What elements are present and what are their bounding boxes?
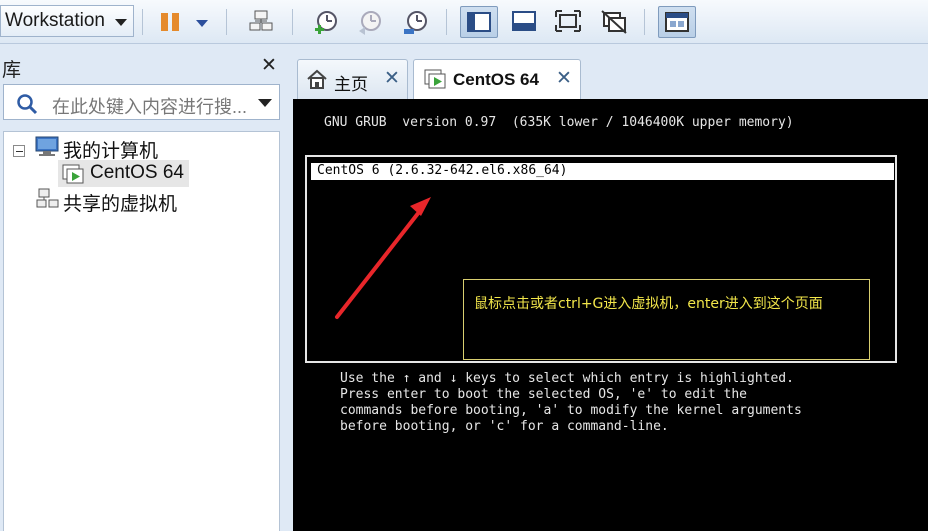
- help-line-1: Use the ↑ and ↓ keys to select which ent…: [340, 371, 794, 386]
- help-line-3: commands before booting, 'a' to modify t…: [340, 403, 802, 418]
- network-button[interactable]: [244, 6, 278, 38]
- computer-icon: [35, 136, 59, 156]
- red-arrow-annotation: [335, 197, 431, 319]
- fullscreen-icon: [555, 10, 581, 32]
- library-header: 库 ✕: [0, 50, 284, 81]
- close-icon[interactable]: ✕: [261, 54, 277, 77]
- take-snapshot-button[interactable]: [308, 6, 342, 38]
- console-view-button[interactable]: [506, 6, 540, 38]
- vm-icon: [424, 69, 446, 89]
- search-placeholder: 在此处键入内容进行搜...: [52, 97, 248, 117]
- tab-bar: 主页 ✕ CentOS 64 ✕: [292, 50, 928, 100]
- library-view-icon: [467, 12, 491, 32]
- pause-dropdown-button[interactable]: [188, 6, 214, 38]
- shared-vms-icon: [36, 188, 59, 208]
- vm-icon: [62, 164, 84, 184]
- unity-icon: [601, 10, 627, 34]
- thumbnail-view-button[interactable]: [658, 6, 696, 38]
- close-icon[interactable]: ✕: [384, 67, 400, 90]
- toolbar-separator: [292, 9, 293, 35]
- pause-dropdown-icon: [196, 20, 208, 27]
- library-search-input[interactable]: 在此处键入内容进行搜...: [3, 84, 280, 120]
- library-tree: 我的计算机 CentOS 64 共享的虚拟机: [3, 131, 280, 531]
- toolbar-separator: [644, 9, 645, 35]
- chevron-down-icon: [115, 19, 127, 26]
- library-view-button[interactable]: [460, 6, 498, 38]
- toolbar: Workstation: [0, 0, 928, 44]
- fullscreen-button[interactable]: [550, 6, 584, 38]
- workstation-menu-label: Workstation: [5, 10, 105, 31]
- revert-snapshot-button[interactable]: [352, 6, 386, 38]
- pause-icon: [161, 13, 179, 31]
- snapshot-revert-icon: [359, 11, 381, 35]
- tree-item-centos64[interactable]: CentOS 64: [90, 162, 184, 184]
- toolbar-separator: [226, 9, 227, 35]
- unity-button[interactable]: [596, 6, 630, 38]
- chevron-down-icon[interactable]: [258, 99, 272, 107]
- snapshot-take-icon: [315, 11, 337, 34]
- panel-splitter[interactable]: [280, 44, 292, 531]
- workstation-menu[interactable]: Workstation: [0, 5, 134, 37]
- help-line-4: before booting, or 'c' for a command-lin…: [340, 419, 669, 434]
- tab-home-label: 主页: [334, 75, 368, 94]
- home-icon: [307, 69, 327, 89]
- help-line-2: Press enter to boot the selected OS, 'e'…: [340, 387, 747, 402]
- tree-item-shared-vms[interactable]: 共享的虚拟机: [63, 189, 177, 216]
- snapshot-manager-button[interactable]: [398, 6, 432, 38]
- tab-centos64[interactable]: CentOS 64 ✕: [413, 59, 581, 100]
- search-icon: [17, 94, 38, 115]
- thumbnail-view-icon: [665, 12, 689, 32]
- toolbar-separator: [142, 9, 143, 35]
- tab-home[interactable]: 主页 ✕: [297, 59, 408, 99]
- pause-button[interactable]: [154, 6, 188, 38]
- console-view-icon: [512, 11, 536, 31]
- close-icon[interactable]: ✕: [556, 67, 572, 90]
- collapse-icon[interactable]: [13, 145, 25, 157]
- tab-centos64-label: CentOS 64: [453, 70, 539, 89]
- library-title: 库: [2, 60, 22, 81]
- tree-item-my-computer[interactable]: 我的计算机: [63, 136, 158, 163]
- toolbar-separator: [446, 9, 447, 35]
- vm-console-screen[interactable]: GNU GRUB version 0.97 (635K lower / 1046…: [293, 99, 928, 531]
- snapshot-manager-icon: [404, 11, 427, 34]
- network-icon: [249, 10, 273, 31]
